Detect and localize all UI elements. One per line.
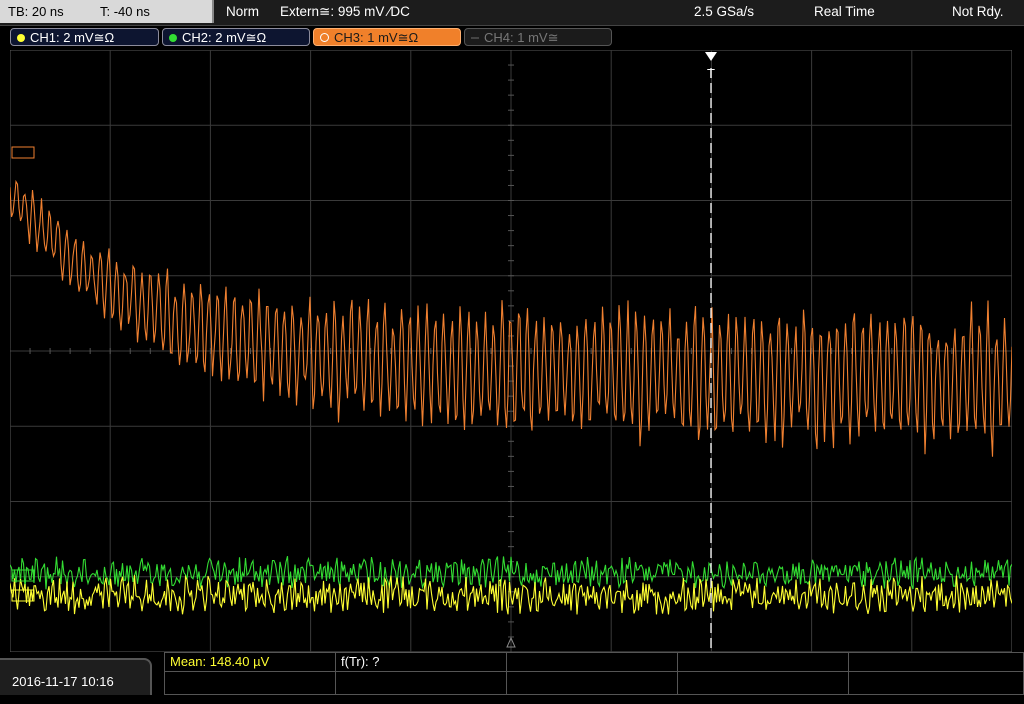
timebase-box[interactable]: TB: 20 ns T: -40 ns bbox=[0, 0, 214, 23]
timebase-label: TB: 20 ns bbox=[8, 4, 64, 19]
measurement-slot-10[interactable] bbox=[848, 671, 1024, 695]
ch3-label: CH3: 1 mV≅Ω bbox=[334, 30, 419, 45]
ch1-indicator-icon bbox=[17, 34, 25, 42]
trigger-mode-label[interactable]: Norm bbox=[226, 0, 259, 24]
trigger-source-label[interactable]: Extern≅: 995 mV ∕DC bbox=[280, 0, 410, 24]
ch2-indicator-icon bbox=[169, 34, 177, 42]
mean-measurement-label: Mean: 148.40 µV bbox=[170, 654, 270, 669]
waveform-display[interactable]: T bbox=[10, 50, 1012, 652]
measurement-slot-8[interactable] bbox=[506, 671, 678, 695]
datetime-label: 2016-11-17 10:16 bbox=[12, 674, 114, 689]
ch2-label: CH2: 2 mV≅Ω bbox=[182, 30, 267, 45]
acquisition-mode-label[interactable]: Real Time bbox=[814, 0, 875, 24]
ch2-button[interactable]: CH2: 2 mV≅Ω bbox=[162, 28, 310, 46]
ch3-button[interactable]: CH3: 1 mV≅Ω bbox=[313, 28, 461, 46]
ch4-indicator-icon bbox=[471, 37, 479, 39]
trigger-time-label: T: -40 ns bbox=[100, 4, 150, 19]
measurement-slot-7[interactable] bbox=[335, 671, 507, 695]
measurement-panel: Mean: 148.40 µV f(Tr): ? bbox=[164, 652, 1024, 695]
measurement-slot-5[interactable] bbox=[848, 652, 1024, 672]
measurement-slot-6[interactable] bbox=[164, 671, 336, 695]
measurement-slot-3[interactable] bbox=[506, 652, 678, 672]
frequency-measurement[interactable]: f(Tr): ? bbox=[335, 652, 507, 672]
ch1-button[interactable]: CH1: 2 mV≅Ω bbox=[10, 28, 159, 46]
ch4-button[interactable]: CH4: 1 mV≅ bbox=[464, 28, 612, 46]
ch1-label: CH1: 2 mV≅Ω bbox=[30, 30, 115, 45]
mean-measurement[interactable]: Mean: 148.40 µV bbox=[164, 652, 336, 672]
ch3-indicator-icon bbox=[320, 33, 329, 42]
measurement-slot-4[interactable] bbox=[677, 652, 849, 672]
frequency-measurement-label: f(Tr): ? bbox=[341, 654, 380, 669]
datetime-box: 2016-11-17 10:16 bbox=[0, 658, 152, 695]
measurement-slot-9[interactable] bbox=[677, 671, 849, 695]
sample-rate-label[interactable]: 2.5 GSa/s bbox=[694, 0, 754, 24]
trigger-marker-label: T bbox=[707, 66, 715, 81]
status-bar: TB: 20 ns T: -40 ns Norm Extern≅: 995 mV… bbox=[0, 0, 1024, 26]
channel-bar: CH1: 2 mV≅Ω CH2: 2 mV≅Ω CH3: 1 mV≅Ω CH4:… bbox=[0, 26, 1024, 50]
status-label: Not Rdy. bbox=[952, 4, 1004, 19]
ch4-label: CH4: 1 mV≅ bbox=[484, 30, 559, 45]
